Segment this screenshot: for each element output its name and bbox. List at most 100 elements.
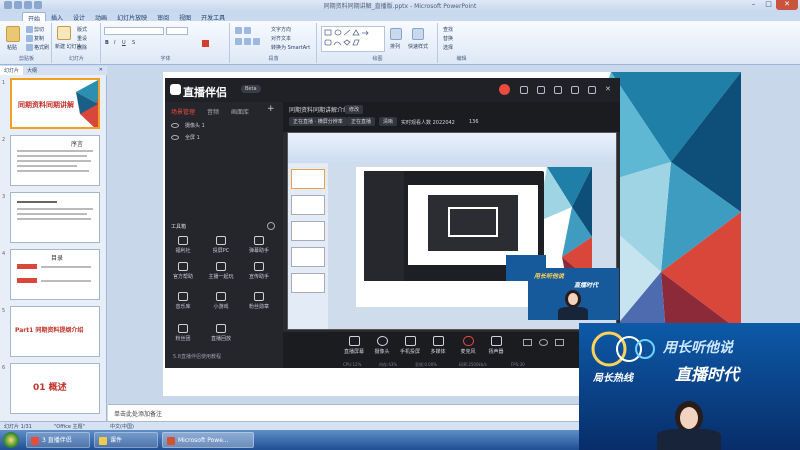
paste-icon[interactable] bbox=[6, 26, 20, 42]
bold-button[interactable]: B bbox=[105, 40, 109, 46]
replace-label[interactable]: 替换 bbox=[443, 35, 453, 42]
font-family-select[interactable] bbox=[104, 27, 164, 35]
copy-icon[interactable] bbox=[26, 35, 33, 42]
format-painter-label[interactable]: 格式刷 bbox=[34, 44, 49, 51]
tab-outline[interactable]: 大纲 bbox=[23, 66, 41, 75]
shop-icon[interactable] bbox=[537, 86, 545, 94]
settings-icon[interactable] bbox=[554, 86, 562, 94]
microphone-button[interactable]: 麦克风 bbox=[453, 336, 483, 355]
speaker-button[interactable]: 扬声器 bbox=[481, 336, 511, 355]
smartart-label[interactable]: 转换为 SmartArt bbox=[271, 44, 310, 51]
arrange-label[interactable]: 排列 bbox=[390, 43, 400, 50]
more-tools-icon[interactable] bbox=[267, 222, 275, 230]
copy-label[interactable]: 复制 bbox=[34, 35, 44, 42]
slide-thumbnail-4[interactable]: 目录 bbox=[10, 249, 100, 300]
tool-play-together[interactable]: 主播一起玩 bbox=[207, 262, 235, 280]
tool-music[interactable]: 音乐库 bbox=[169, 292, 197, 310]
tool-help[interactable]: 官方帮助 bbox=[169, 262, 197, 280]
format-painter-icon[interactable] bbox=[26, 44, 33, 51]
tab-design[interactable]: 设计 bbox=[68, 12, 90, 22]
italic-button[interactable]: I bbox=[114, 40, 115, 46]
tool-danmaku[interactable]: 弹幕助手 bbox=[245, 236, 273, 254]
scene-item[interactable]: 摄像头 1 bbox=[185, 122, 205, 129]
tab-scene-manage[interactable]: 场景管理 bbox=[171, 107, 195, 116]
minimize-button[interactable]: – bbox=[746, 0, 761, 10]
close-icon[interactable]: ✕ bbox=[605, 86, 613, 94]
tab-view[interactable]: 视图 bbox=[174, 12, 196, 22]
screen-capture-button[interactable]: 直播屏幕 bbox=[339, 336, 369, 355]
strikethrough-button[interactable]: S bbox=[132, 40, 135, 46]
align-left-icon[interactable] bbox=[235, 38, 242, 45]
camera-button[interactable]: 摄像头 bbox=[367, 336, 397, 355]
tab-audio[interactable]: 音频 bbox=[207, 107, 219, 116]
start-button[interactable] bbox=[3, 432, 19, 448]
multimedia-button[interactable]: 多媒体 bbox=[423, 336, 453, 355]
text-direction-label[interactable]: 文字方向 bbox=[271, 26, 291, 33]
shapes-gallery[interactable] bbox=[321, 26, 385, 52]
tool-replay[interactable]: 直播回放 bbox=[207, 324, 235, 342]
taskbar-powerpoint[interactable]: Microsoft Powe... bbox=[162, 432, 254, 448]
slide-thumbnail-2[interactable]: 序言 bbox=[10, 135, 100, 186]
maximize-button[interactable]: □ bbox=[761, 0, 776, 10]
quick-styles-label[interactable]: 快速样式 bbox=[408, 43, 428, 50]
quality-chip[interactable]: 清晰 bbox=[379, 117, 398, 126]
tool-cast-pc[interactable]: 投屏PC bbox=[207, 236, 235, 254]
new-slide-icon[interactable] bbox=[57, 26, 71, 40]
gift-icon[interactable] bbox=[520, 86, 528, 94]
taskbar-live-companion[interactable]: 3 直播伴侣 bbox=[26, 432, 90, 448]
quick-styles-icon[interactable] bbox=[412, 28, 424, 40]
tab-slides[interactable]: 幻灯片 bbox=[0, 66, 24, 75]
arrange-icon[interactable] bbox=[390, 28, 402, 40]
phone-cast-button[interactable]: 手机投屏 bbox=[395, 336, 425, 355]
scene-item[interactable]: 全屏 1 bbox=[185, 134, 200, 141]
tab-review[interactable]: 审阅 bbox=[152, 12, 174, 22]
bullets-icon[interactable] bbox=[235, 27, 242, 34]
slide-thumbnail-1[interactable]: 同期资料同期讲解 bbox=[10, 78, 100, 129]
cut-icon[interactable] bbox=[26, 26, 33, 33]
reset-label[interactable]: 重设 bbox=[77, 35, 87, 42]
slide-thumbnail-6[interactable]: 01 概述 bbox=[10, 363, 100, 414]
tab-developer[interactable]: 开发工具 bbox=[196, 12, 230, 22]
select-label[interactable]: 选择 bbox=[443, 44, 453, 51]
tutorial-link[interactable]: 5.8直播伴侣使用教程 bbox=[173, 353, 221, 360]
settings-gear-icon[interactable] bbox=[555, 339, 564, 346]
font-color-icon[interactable] bbox=[202, 40, 209, 47]
tab-home[interactable]: 开始 bbox=[22, 12, 47, 23]
record-icon[interactable] bbox=[523, 339, 532, 346]
tool-promote[interactable]: 宣传助手 bbox=[245, 262, 273, 280]
close-panel-icon[interactable]: ✕ bbox=[95, 66, 107, 75]
align-text-label[interactable]: 对齐文本 bbox=[271, 35, 291, 42]
eye-icon[interactable] bbox=[171, 123, 179, 128]
mute-icon[interactable] bbox=[539, 339, 548, 346]
numbering-icon[interactable] bbox=[244, 27, 251, 34]
align-right-icon[interactable] bbox=[253, 38, 260, 45]
align-center-icon[interactable] bbox=[244, 38, 251, 45]
tab-image-library[interactable]: 画面库 bbox=[231, 107, 249, 116]
tab-animation[interactable]: 动画 bbox=[90, 12, 112, 22]
tab-slideshow[interactable]: 幻灯片放映 bbox=[112, 12, 152, 22]
layout-label[interactable]: 版式 bbox=[77, 26, 87, 33]
minimize-icon[interactable] bbox=[571, 86, 579, 94]
slide-thumbnail-3[interactable] bbox=[10, 192, 100, 243]
eye-icon[interactable] bbox=[171, 135, 179, 140]
tool-mini-game[interactable]: 小游戏 bbox=[207, 292, 235, 310]
taskbar-folder[interactable]: 课件 bbox=[94, 432, 158, 448]
underline-button[interactable]: U bbox=[122, 40, 126, 46]
cut-label[interactable]: 剪切 bbox=[34, 26, 44, 33]
maximize-icon[interactable] bbox=[588, 86, 596, 94]
tab-insert[interactable]: 插入 bbox=[46, 12, 68, 22]
font-size-select[interactable] bbox=[166, 27, 188, 35]
live-status-chip[interactable]: 正在直播 bbox=[347, 117, 376, 126]
close-button[interactable]: ✕ bbox=[776, 0, 798, 10]
delete-label[interactable]: 删除 bbox=[77, 44, 87, 51]
notes-pane[interactable]: 单击此处添加备注 bbox=[108, 404, 579, 421]
tool-fan-badge[interactable]: 粉丝勋章 bbox=[245, 292, 273, 310]
tool-fan-club[interactable]: 粉丝团 bbox=[169, 324, 197, 342]
slide-thumbnail-5[interactable]: Part1 同期资料提纲介绍 bbox=[10, 306, 100, 357]
avatar[interactable] bbox=[499, 84, 510, 95]
find-label[interactable]: 查找 bbox=[443, 26, 453, 33]
tool-welfare[interactable]: 福利社 bbox=[169, 236, 197, 254]
add-scene-icon[interactable]: + bbox=[267, 104, 275, 114]
edit-title-button[interactable]: 修改 bbox=[345, 105, 364, 114]
live-mode-chip[interactable]: 正在直播 · 横屏分辨率 bbox=[289, 117, 347, 126]
